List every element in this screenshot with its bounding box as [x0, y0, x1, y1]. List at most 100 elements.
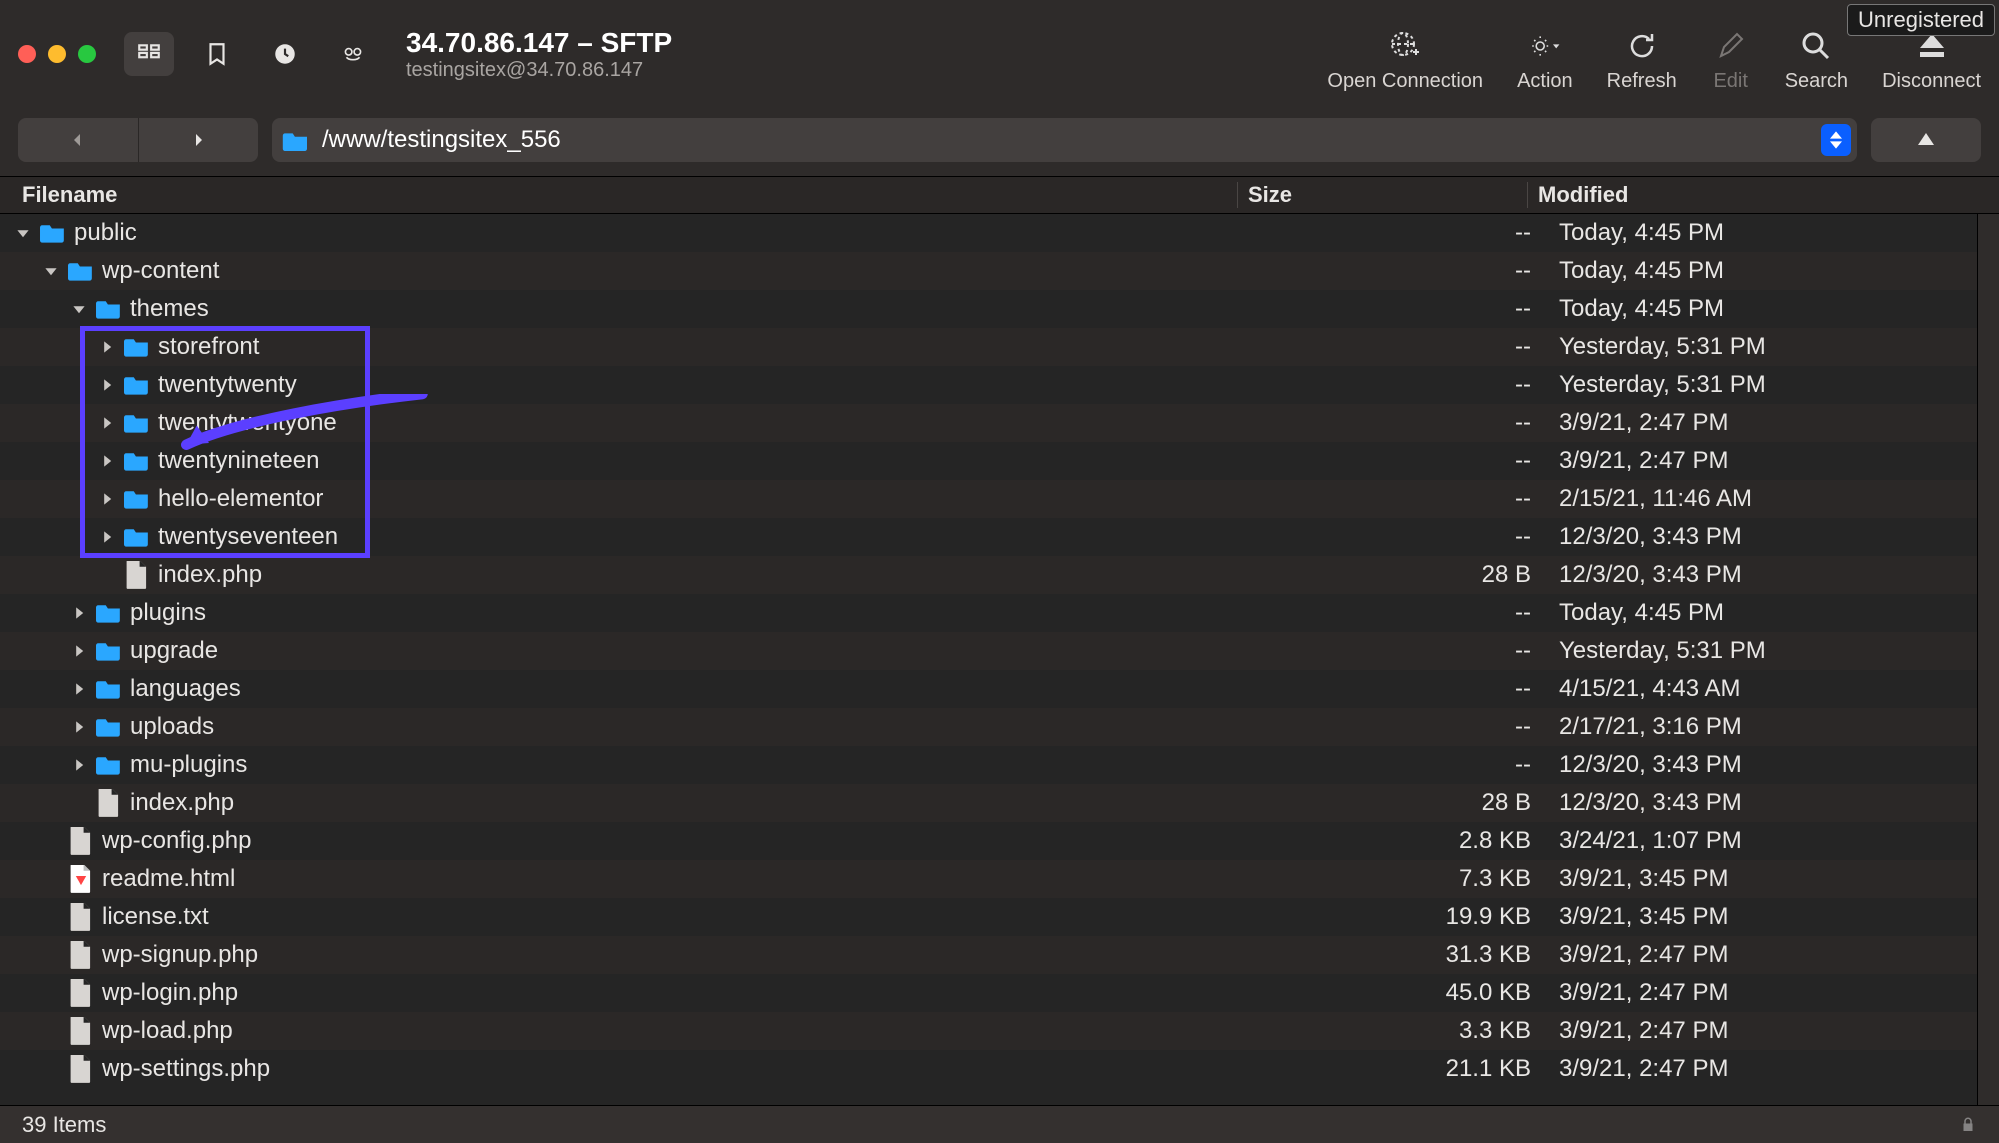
folder-row[interactable]: wp-content -- Today, 4:45 PM [0, 252, 1999, 290]
close-window-icon[interactable] [18, 45, 36, 63]
row-filename: plugins [130, 599, 206, 627]
folder-row[interactable]: twentytwenty -- Yesterday, 5:31 PM [0, 366, 1999, 404]
lock-icon [1959, 1116, 1977, 1134]
row-modified: Yesterday, 5:31 PM [1549, 333, 1999, 361]
folder-row[interactable]: twentynineteen -- 3/9/21, 2:47 PM [0, 442, 1999, 480]
row-filename: wp-signup.php [102, 941, 258, 969]
toolbar-label: Search [1785, 70, 1848, 93]
zoom-window-icon[interactable] [78, 45, 96, 63]
go-up-button[interactable] [1871, 118, 1981, 162]
window-controls[interactable] [18, 45, 96, 63]
column-header-filename[interactable]: Filename [22, 182, 1237, 208]
row-filename: twentyseventeen [158, 523, 338, 551]
folder-row[interactable]: mu-plugins -- 12/3/20, 3:43 PM [0, 746, 1999, 784]
row-filename: readme.html [102, 865, 235, 893]
magnifier-icon [1796, 26, 1836, 66]
row-filename: twentynineteen [158, 447, 319, 475]
file-row[interactable]: wp-login.php 45.0 KB 3/9/21, 2:47 PM [0, 974, 1999, 1012]
file-row[interactable]: readme.html 7.3 KB 3/9/21, 3:45 PM [0, 860, 1999, 898]
disclosure-triangle-icon[interactable] [98, 416, 116, 430]
toolbar-refresh-button[interactable]: Refresh [1607, 26, 1677, 93]
row-filename: languages [130, 675, 241, 703]
folder-row[interactable]: themes -- Today, 4:45 PM [0, 290, 1999, 328]
file-row[interactable]: wp-load.php 3.3 KB 3/9/21, 2:47 PM [0, 1012, 1999, 1050]
file-icon [68, 1020, 94, 1042]
folder-icon [124, 336, 150, 358]
toolbar-action-button[interactable]: Action [1517, 26, 1573, 93]
file-tree[interactable]: public -- Today, 4:45 PM wp-content -- T… [0, 214, 1999, 1105]
column-header-modified[interactable]: Modified [1527, 182, 1977, 208]
row-modified: 3/9/21, 2:47 PM [1549, 447, 1999, 475]
file-row[interactable]: license.txt 19.9 KB 3/9/21, 3:45 PM [0, 898, 1999, 936]
folder-icon [96, 754, 122, 776]
file-row[interactable]: wp-settings.php 21.1 KB 3/9/21, 2:47 PM [0, 1050, 1999, 1088]
folder-row[interactable]: storefront -- Yesterday, 5:31 PM [0, 328, 1999, 366]
window-title-main: 34.70.86.147 – SFTP [406, 27, 672, 59]
row-filename: index.php [158, 561, 262, 589]
folder-row[interactable]: languages -- 4/15/21, 4:43 AM [0, 670, 1999, 708]
disclosure-triangle-icon[interactable] [70, 644, 88, 658]
toolbar-open-connection-button[interactable]: Open Connection [1327, 26, 1483, 93]
folder-row[interactable]: twentyseventeen -- 12/3/20, 3:43 PM [0, 518, 1999, 556]
file-row[interactable]: wp-signup.php 31.3 KB 3/9/21, 2:47 PM [0, 936, 1999, 974]
row-size: -- [1259, 333, 1549, 361]
toolbar-search-button[interactable]: Search [1785, 26, 1848, 93]
file-icon [68, 1058, 94, 1080]
disclosure-triangle-icon[interactable] [98, 530, 116, 544]
disclosure-triangle-icon[interactable] [70, 302, 88, 316]
row-size: -- [1259, 675, 1549, 703]
row-size: 7.3 KB [1259, 865, 1549, 893]
disclosure-triangle-icon[interactable] [70, 606, 88, 620]
row-size: -- [1259, 523, 1549, 551]
toolbar-label: Edit [1713, 70, 1747, 93]
nav-forward-button[interactable] [139, 118, 259, 162]
column-header-size[interactable]: Size [1237, 182, 1527, 208]
nav-history-segmented[interactable] [18, 118, 258, 162]
row-filename: twentytwentyone [158, 409, 337, 437]
disclosure-triangle-icon[interactable] [42, 264, 60, 278]
folder-icon [124, 526, 150, 548]
history-button[interactable] [260, 32, 310, 76]
file-row[interactable]: index.php 28 B 12/3/20, 3:43 PM [0, 784, 1999, 822]
folder-row[interactable]: hello-elementor -- 2/15/21, 11:46 AM [0, 480, 1999, 518]
row-size: -- [1259, 447, 1549, 475]
vertical-scrollbar[interactable] [1977, 214, 1999, 1105]
folder-row[interactable]: twentytwentyone -- 3/9/21, 2:47 PM [0, 404, 1999, 442]
disclosure-triangle-icon[interactable] [98, 492, 116, 506]
disclosure-triangle-icon[interactable] [98, 378, 116, 392]
row-filename: hello-elementor [158, 485, 323, 513]
disclosure-triangle-icon[interactable] [70, 758, 88, 772]
toolbar-edit-button: Edit [1711, 26, 1751, 93]
cryptomator-button[interactable] [328, 32, 378, 76]
path-stepper[interactable] [1821, 124, 1851, 156]
folder-icon [68, 260, 94, 282]
disclosure-triangle-icon[interactable] [98, 454, 116, 468]
row-filename: wp-config.php [102, 827, 251, 855]
folder-row[interactable]: plugins -- Today, 4:45 PM [0, 594, 1999, 632]
path-field[interactable]: /www/testingsitex_556 [272, 118, 1857, 162]
file-row[interactable]: wp-config.php 2.8 KB 3/24/21, 1:07 PM [0, 822, 1999, 860]
row-size: 2.8 KB [1259, 827, 1549, 855]
table-header[interactable]: Filename Size Modified [0, 176, 1999, 214]
row-size: -- [1259, 219, 1549, 247]
titlebar: 34.70.86.147 – SFTP testingsitex@34.70.8… [0, 0, 1999, 108]
folder-row[interactable]: public -- Today, 4:45 PM [0, 214, 1999, 252]
folder-row[interactable]: uploads -- 2/17/21, 3:16 PM [0, 708, 1999, 746]
row-filename: wp-settings.php [102, 1055, 270, 1083]
row-filename: license.txt [102, 903, 209, 931]
file-row[interactable]: index.php 28 B 12/3/20, 3:43 PM [0, 556, 1999, 594]
bookmarks-button[interactable] [192, 32, 242, 76]
nav-back-button[interactable] [18, 118, 138, 162]
disclosure-triangle-icon[interactable] [70, 720, 88, 734]
view-toggle-browser-button[interactable] [124, 32, 174, 76]
row-size: 21.1 KB [1259, 1055, 1549, 1083]
disclosure-triangle-icon[interactable] [98, 340, 116, 354]
disclosure-triangle-icon[interactable] [14, 226, 32, 240]
gear-dropdown-icon [1525, 26, 1565, 66]
row-modified: 12/3/20, 3:43 PM [1549, 561, 1999, 589]
disclosure-triangle-icon[interactable] [70, 682, 88, 696]
minimize-window-icon[interactable] [48, 45, 66, 63]
folder-row[interactable]: upgrade -- Yesterday, 5:31 PM [0, 632, 1999, 670]
folder-icon [124, 450, 150, 472]
row-modified: 3/9/21, 2:47 PM [1549, 979, 1999, 1007]
